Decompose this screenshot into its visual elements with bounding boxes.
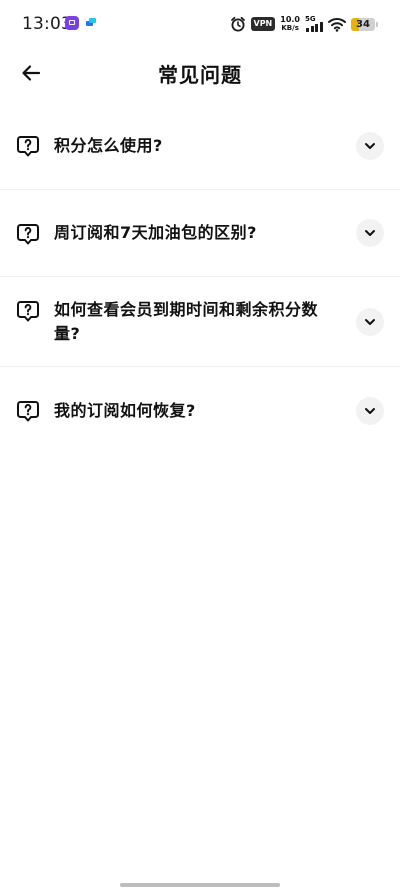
battery-level: 34 [356, 18, 370, 30]
battery-tip [376, 21, 378, 27]
page-title: 常见问题 [158, 63, 242, 87]
expand-button[interactable] [356, 219, 384, 247]
expand-button[interactable] [356, 131, 384, 160]
chevron-down-icon [365, 318, 375, 325]
alarm-icon [230, 16, 245, 32]
network-speed: 10.0 KB/s [280, 15, 300, 33]
faq-item[interactable]: 积分怎么使用? [0, 102, 400, 190]
faq-question: 我的订阅如何恢复? [54, 401, 196, 420]
expand-button[interactable] [356, 307, 384, 336]
status-indicators: VPN 10.0 KB/s 5G 34 [230, 14, 378, 34]
home-indicator[interactable] [120, 883, 280, 887]
question-bubble-icon [17, 224, 39, 245]
purple-app-icon [65, 16, 79, 30]
status-bar: 13:03 VPN 10.0 KB/s 5G 34 [0, 0, 400, 48]
question-bubble-icon [17, 401, 39, 422]
question-bubble-icon [17, 136, 39, 157]
question-bubble-icon [17, 301, 39, 322]
network-speed-unit: KB/s [281, 24, 299, 32]
chevron-down-icon [365, 142, 375, 149]
faq-question: 如何查看会员到期时间和剩余积分数量? [54, 299, 319, 343]
wifi-icon [328, 17, 346, 32]
faq-item[interactable]: 周订阅和7天加油包的区别? [0, 190, 400, 277]
chevron-down-icon [365, 408, 375, 414]
battery-icon: 34 [351, 17, 375, 31]
cellular-signal-icon: 5G [305, 15, 323, 32]
faq-question: 周订阅和7天加油包的区别? [54, 223, 257, 242]
blue-app-icon [86, 18, 96, 28]
faq-item[interactable]: 如何查看会员到期时间和剩余积分数量? [0, 277, 400, 367]
faq-list: 积分怎么使用? 周订阅和7天加油包的区别? 如何查看会员到期时间和剩余积分数量? [0, 102, 400, 455]
network-speed-value: 10.0 [280, 15, 300, 24]
page-header: 常见问题 [0, 50, 400, 96]
expand-button[interactable] [356, 397, 384, 425]
faq-question: 积分怎么使用? [54, 135, 163, 155]
vpn-badge: VPN [250, 17, 276, 31]
faq-item[interactable]: 我的订阅如何恢复? [0, 367, 400, 455]
chevron-down-icon [365, 230, 375, 236]
